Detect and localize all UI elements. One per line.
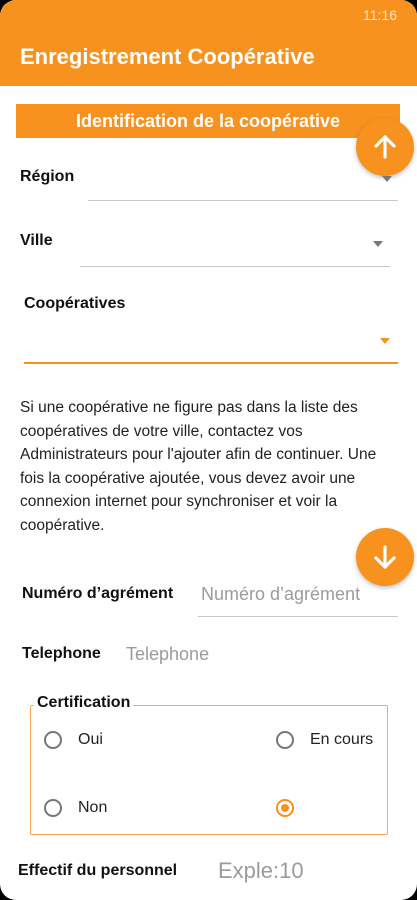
ville-dropdown-icon — [373, 241, 383, 247]
radio-en-cours[interactable] — [276, 731, 294, 749]
ville-label: Ville — [20, 232, 53, 249]
radio-non-label: Non — [78, 799, 108, 816]
cooperatives-underline — [24, 362, 398, 364]
agrement-underline — [198, 616, 398, 617]
app-title: Enregistrement Coopérative — [20, 44, 315, 69]
info-text: Si une coopérative ne figure pas dans la… — [20, 399, 377, 534]
radio-en-cours-label: En cours — [310, 731, 374, 748]
app-bar: Enregistrement Coopérative — [0, 30, 417, 86]
agrement-label: Numéro d’agrément — [22, 585, 174, 602]
region-dropdown[interactable] — [88, 160, 398, 200]
section-header: Identification de la coopérative — [16, 104, 400, 138]
status-time: 11:16 — [363, 7, 397, 23]
region-label: Région — [20, 168, 75, 185]
arrow-down-icon — [374, 545, 396, 569]
region-dropdown-icon — [382, 176, 392, 182]
scroll-down-button[interactable] — [356, 528, 414, 586]
cooperatives-label: Coopératives — [24, 295, 126, 312]
status-bar: 11:16 — [0, 0, 417, 30]
radio-unlabeled-selected[interactable] — [276, 799, 294, 817]
radio-non[interactable] — [44, 799, 62, 817]
cooperatives-dropdown-icon — [380, 338, 390, 344]
radio-oui-label: Oui — [78, 731, 103, 748]
telephone-input[interactable]: Telephone — [126, 644, 209, 665]
cooperatives-dropdown[interactable] — [24, 322, 398, 362]
phone-screen: 11:16 Enregistrement Coopérative Identif… — [0, 0, 417, 900]
certification-legend: Certification — [34, 694, 134, 712]
region-underline — [88, 200, 398, 201]
ville-underline — [80, 266, 390, 267]
agrement-input[interactable]: Numéro d’agrément — [201, 584, 360, 605]
ville-dropdown[interactable] — [80, 222, 390, 266]
radio-oui[interactable] — [44, 731, 62, 749]
effectif-label: Effectif du personnel — [18, 862, 178, 879]
arrow-up-icon — [374, 135, 396, 159]
effectif-input[interactable]: Exple:10 — [218, 858, 304, 884]
telephone-label: Telephone — [22, 645, 101, 662]
